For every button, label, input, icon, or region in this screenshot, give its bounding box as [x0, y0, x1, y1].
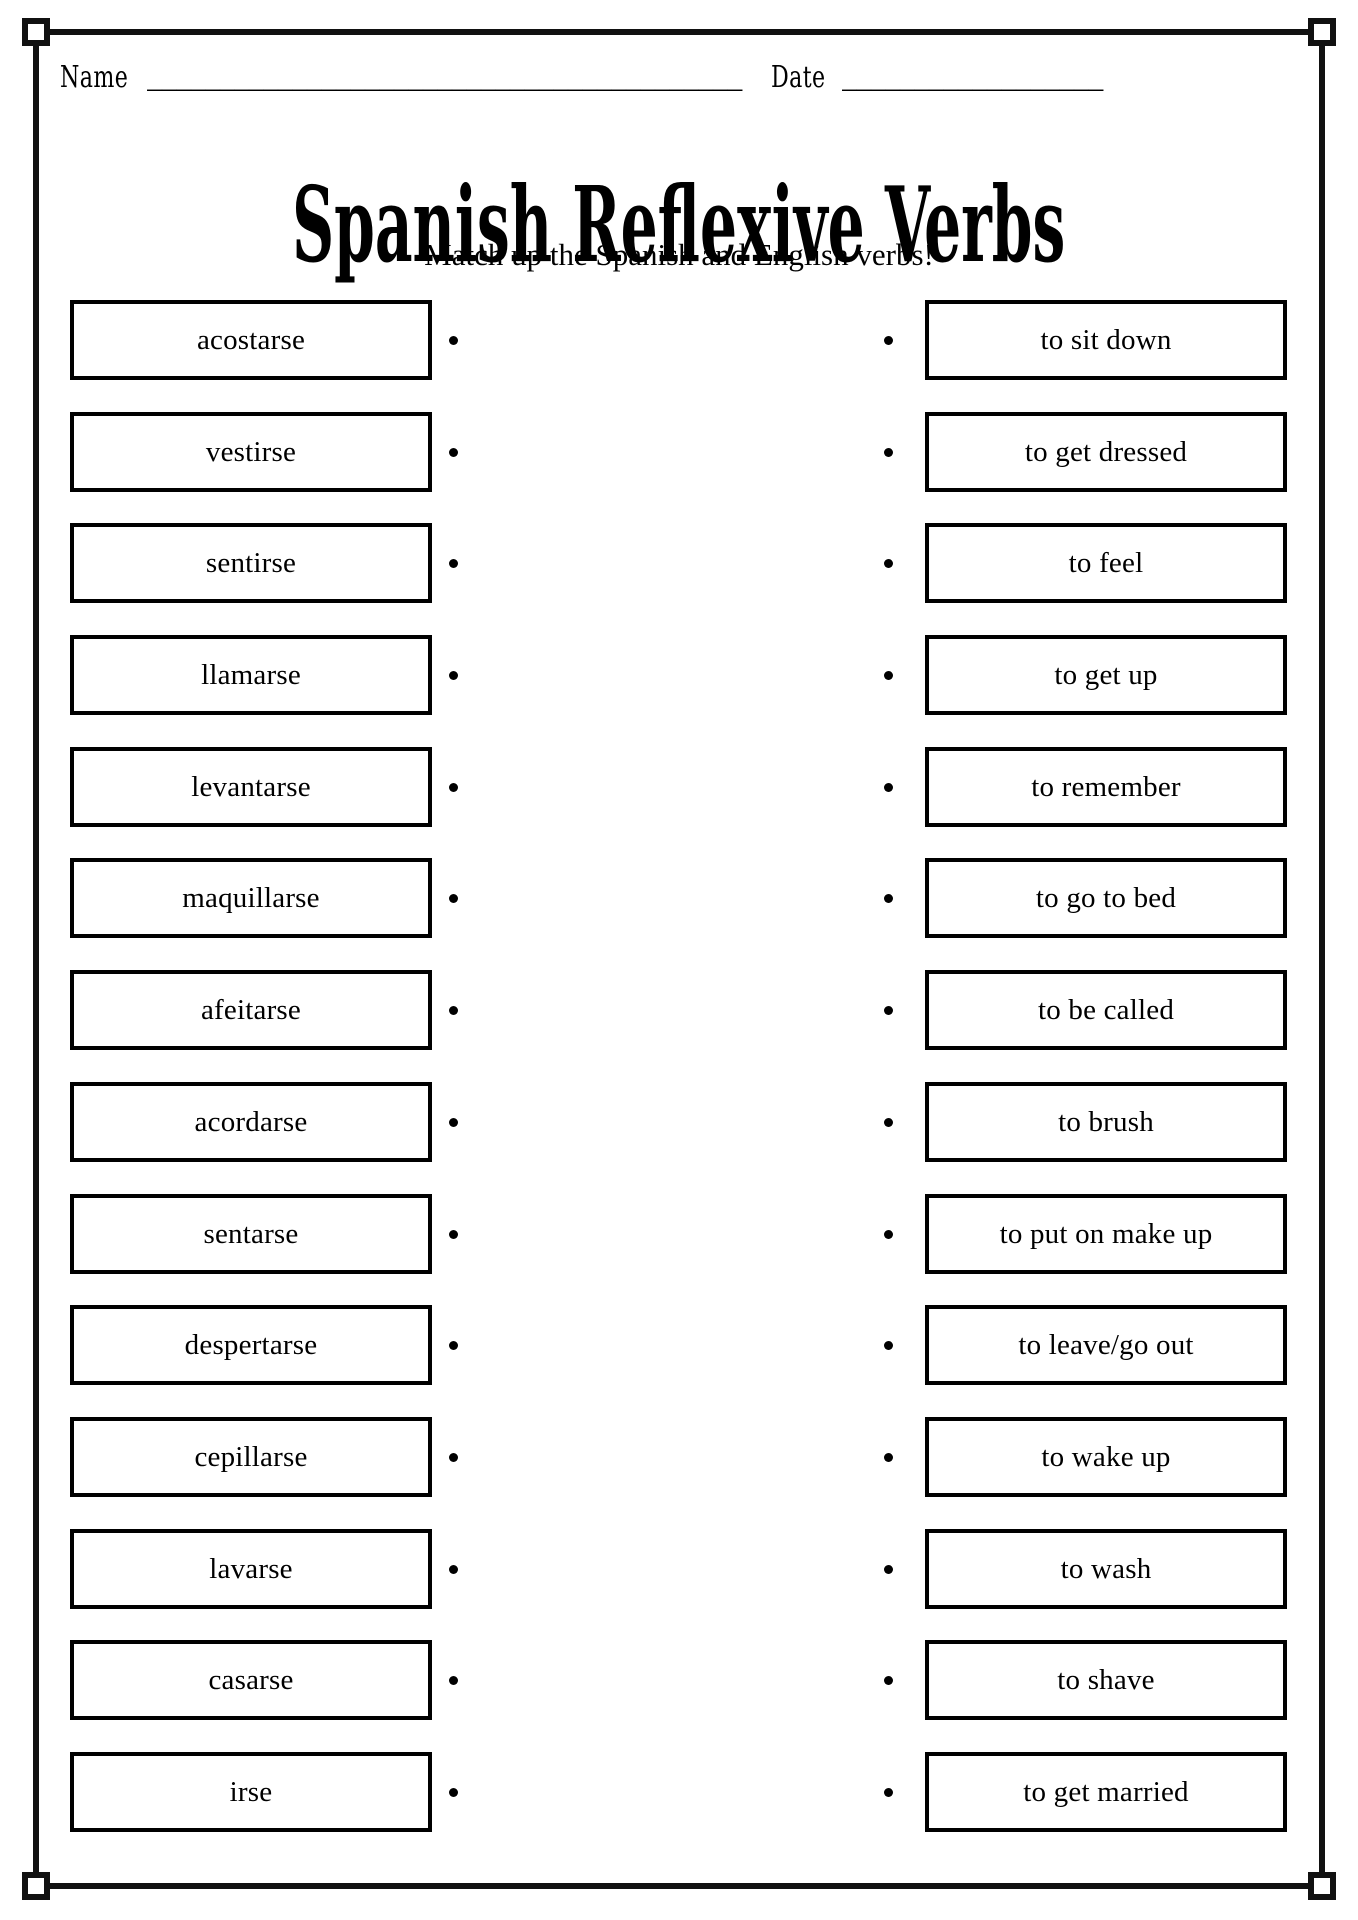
match-point-left-dot-icon[interactable] — [449, 1006, 458, 1016]
worksheet-page: Name ___________________________________… — [0, 0, 1358, 1920]
match-point-left-dot-icon[interactable] — [449, 447, 458, 457]
match-point-left-dot-icon[interactable] — [449, 782, 458, 792]
spanish-verb-box[interactable]: maquillarse — [70, 858, 432, 939]
match-point-right-dot-icon[interactable] — [884, 1117, 893, 1127]
match-row: sentirse to feel — [0, 523, 1358, 604]
english-meaning-box[interactable]: to get dressed — [925, 411, 1287, 492]
match-point-left-dot-icon[interactable] — [449, 1117, 458, 1127]
spanish-verb-box[interactable]: casarse — [70, 1640, 432, 1721]
match-point-right-dot-icon[interactable] — [884, 336, 893, 345]
match-row: cepillarse to wake up — [0, 1416, 1358, 1497]
spanish-verb-box[interactable]: sentirse — [70, 523, 432, 604]
corner-square-bottom-right-icon — [1308, 1872, 1336, 1900]
english-meaning-box[interactable]: to remember — [925, 746, 1287, 827]
match-point-right-dot-icon[interactable] — [884, 1564, 893, 1574]
match-row: llamarse to get up — [0, 635, 1358, 716]
spanish-verb-box[interactable]: cepillarse — [70, 1416, 432, 1497]
match-point-right-dot-icon[interactable] — [884, 1452, 893, 1462]
match-point-right-dot-icon[interactable] — [884, 894, 893, 904]
match-point-left-dot-icon[interactable] — [449, 336, 458, 345]
match-point-left-dot-icon[interactable] — [449, 559, 458, 569]
corner-square-top-right-icon — [1308, 18, 1336, 46]
instructions: Match up the Spanish and English verbs! — [424, 237, 934, 272]
spanish-verb-box[interactable]: levantarse — [70, 746, 432, 827]
spanish-verb-box[interactable]: lavarse — [70, 1528, 432, 1609]
match-row: levantarse to remember — [0, 746, 1358, 827]
match-point-right-dot-icon[interactable] — [884, 1787, 893, 1797]
name-date-header: Name ___________________________________… — [60, 60, 1300, 106]
english-meaning-box[interactable]: to get up — [925, 635, 1287, 716]
english-meaning-box[interactable]: to feel — [925, 523, 1287, 604]
match-row: acostarse to sit down — [0, 300, 1358, 380]
spanish-verb-box[interactable]: acordarse — [70, 1081, 432, 1162]
english-meaning-box[interactable]: to wash — [925, 1528, 1287, 1609]
match-row: casarse to shave — [0, 1640, 1358, 1721]
spanish-verb-box[interactable]: llamarse — [70, 635, 432, 716]
english-meaning-box[interactable]: to brush — [925, 1081, 1287, 1162]
name-label: Name — [60, 60, 129, 95]
spanish-verb-box[interactable]: irse — [70, 1751, 432, 1832]
spanish-verb-box[interactable]: afeitarse — [70, 970, 432, 1051]
match-point-right-dot-icon[interactable] — [884, 1676, 893, 1686]
spanish-verb-box[interactable]: sentarse — [70, 1193, 432, 1274]
match-point-left-dot-icon[interactable] — [449, 1452, 458, 1462]
match-point-right-dot-icon[interactable] — [884, 671, 893, 681]
english-meaning-box[interactable]: to be called — [925, 970, 1287, 1051]
match-point-right-dot-icon[interactable] — [884, 559, 893, 569]
match-row: irse to get married — [0, 1751, 1358, 1832]
match-point-left-dot-icon[interactable] — [449, 671, 458, 681]
match-point-left-dot-icon[interactable] — [449, 894, 458, 904]
match-point-left-dot-icon[interactable] — [449, 1564, 458, 1574]
spanish-verb-box[interactable]: vestirse — [70, 411, 432, 492]
english-meaning-box[interactable]: to get married — [925, 1751, 1287, 1832]
match-point-left-dot-icon[interactable] — [449, 1341, 458, 1351]
date-label: Date — [771, 60, 826, 95]
spanish-verb-box[interactable]: despertarse — [70, 1305, 432, 1386]
match-row: afeitarse to be called — [0, 970, 1358, 1051]
english-meaning-box[interactable]: to go to bed — [925, 858, 1287, 939]
frame-line-top — [50, 29, 1308, 35]
corner-square-bottom-left-icon — [22, 1872, 50, 1900]
match-row: vestirse to get dressed — [0, 411, 1358, 492]
name-write-line[interactable]: ________________________________________… — [147, 61, 747, 95]
spanish-verb-box[interactable]: acostarse — [70, 300, 432, 380]
english-meaning-box[interactable]: to shave — [925, 1640, 1287, 1721]
match-row: despertarse to leave/go out — [0, 1305, 1358, 1386]
match-point-left-dot-icon[interactable] — [449, 1229, 458, 1239]
corner-square-top-left-icon — [22, 18, 50, 46]
match-point-left-dot-icon[interactable] — [449, 1787, 458, 1797]
match-point-right-dot-icon[interactable] — [884, 1341, 893, 1351]
match-point-left-dot-icon[interactable] — [449, 1676, 458, 1686]
match-point-right-dot-icon[interactable] — [884, 1229, 893, 1239]
english-meaning-box[interactable]: to sit down — [925, 300, 1287, 380]
match-row: sentarse to put on make up — [0, 1193, 1358, 1274]
english-meaning-box[interactable]: to leave/go out — [925, 1305, 1287, 1386]
match-point-right-dot-icon[interactable] — [884, 447, 893, 457]
english-meaning-box[interactable]: to wake up — [925, 1416, 1287, 1497]
match-point-right-dot-icon[interactable] — [884, 1006, 893, 1016]
match-row: maquillarse to go to bed — [0, 858, 1358, 939]
matching-exercise: acostarse to sit down vestirse to get dress… — [0, 300, 1358, 1864]
match-point-right-dot-icon[interactable] — [884, 782, 893, 792]
match-row: acordarse to brush — [0, 1081, 1358, 1162]
english-meaning-box[interactable]: to put on make up — [925, 1193, 1287, 1274]
match-row: lavarse to wash — [0, 1528, 1358, 1609]
date-write-line[interactable]: __________________ — [842, 61, 1104, 95]
frame-line-bottom — [50, 1883, 1308, 1889]
